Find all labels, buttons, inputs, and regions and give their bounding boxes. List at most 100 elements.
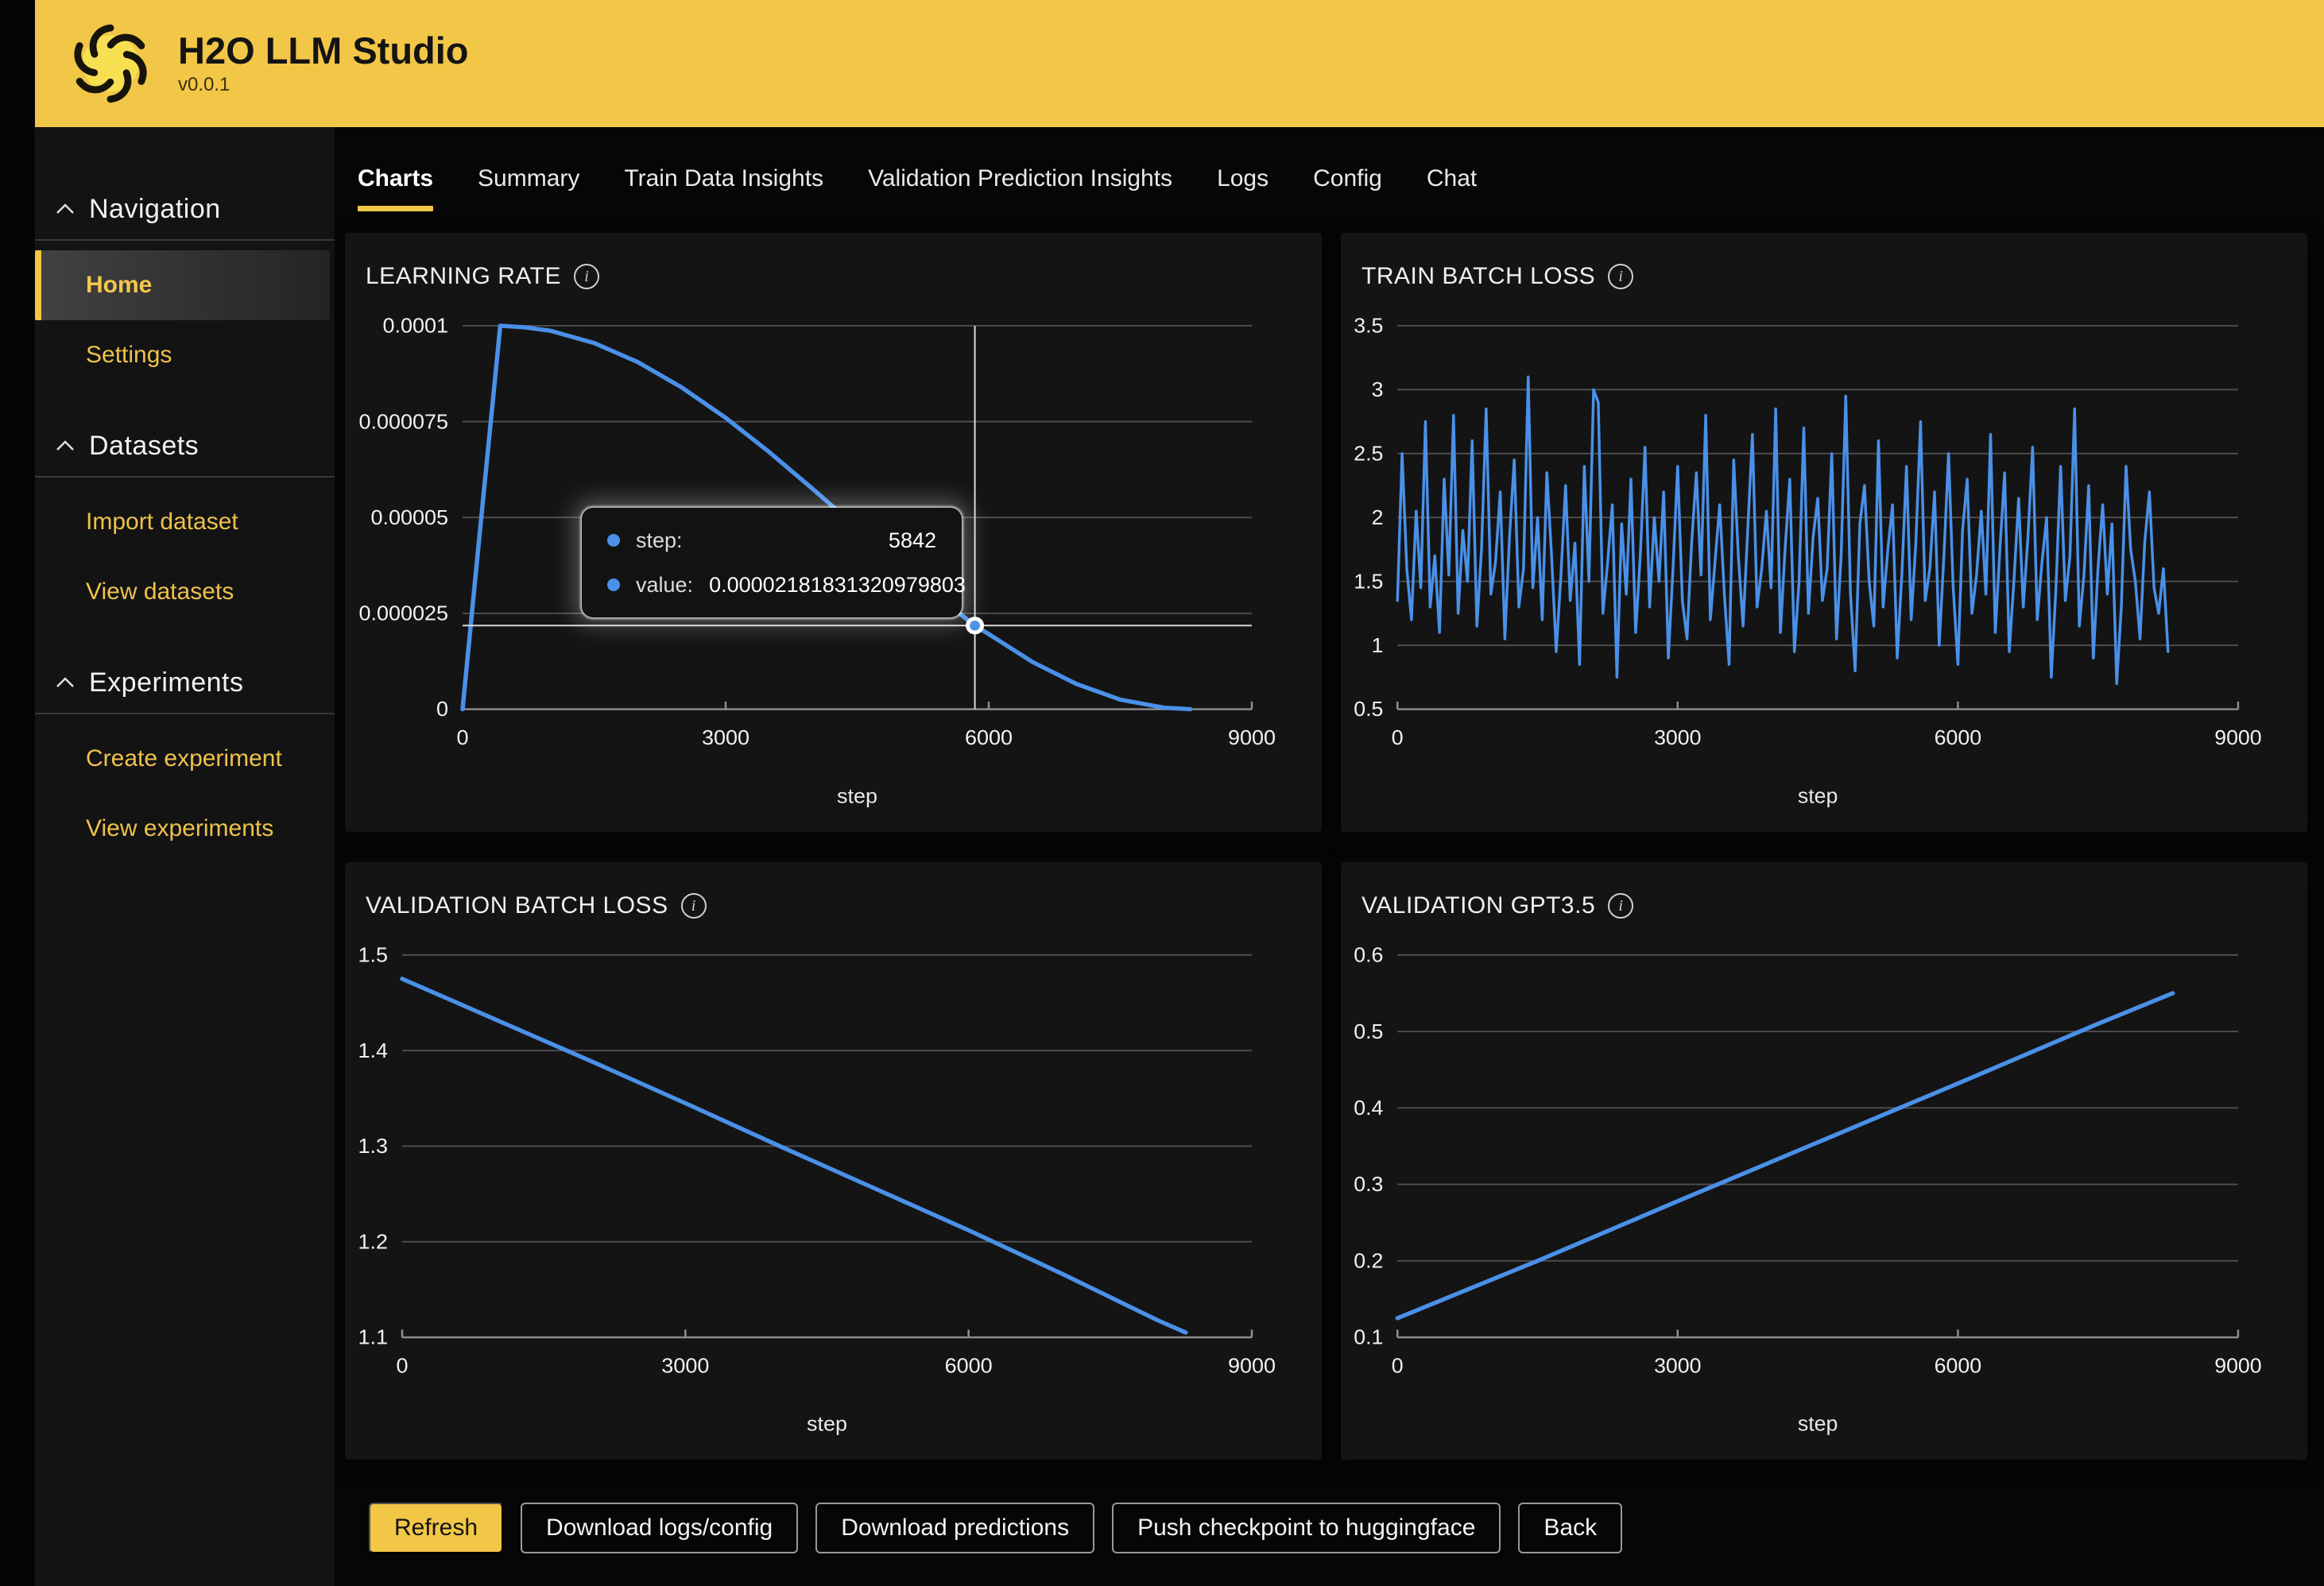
tab-label: Train Data Insights — [624, 165, 823, 192]
refresh-button[interactable]: Refresh — [369, 1503, 503, 1553]
chevron-up-icon — [56, 675, 75, 690]
sidebar-item-label: Home — [86, 272, 152, 299]
panel-validation-gpt35: VALIDATION GPT3.5 i 0.1 0.2 0.3 0.4 0.5 0.6 0 3… — [1341, 862, 2307, 1460]
chevron-up-icon — [56, 202, 75, 216]
svg-text:9000: 9000 — [2214, 1354, 2261, 1378]
tab-label: Validation Prediction Insights — [868, 165, 1172, 192]
svg-text:1.2: 1.2 — [358, 1230, 388, 1253]
download-predictions-button[interactable]: Download predictions — [815, 1503, 1094, 1553]
svg-text:1.3: 1.3 — [358, 1135, 388, 1158]
svg-text:3000: 3000 — [702, 725, 749, 749]
svg-text:0.5: 0.5 — [1354, 1019, 1383, 1043]
sidebar-item-label: Import dataset — [86, 509, 238, 536]
svg-text:3: 3 — [1372, 377, 1384, 401]
svg-text:0: 0 — [1392, 1354, 1404, 1378]
info-icon[interactable]: i — [681, 893, 707, 919]
tab-charts[interactable]: Charts — [358, 127, 455, 230]
chart-tooltip: step: 5842 value: 0.00002181831320979803 — [582, 508, 962, 617]
sidebar-item-label: Create experiment — [86, 745, 282, 772]
sidebar-item-label: Settings — [86, 342, 172, 369]
section-label: Datasets — [89, 431, 199, 462]
sidebar-item-label: View datasets — [86, 578, 234, 605]
learning-rate-chart[interactable]: 00.0000250.000050.0000750.00010300060009… — [345, 303, 1322, 832]
download-logs-config-button[interactable]: Download logs/config — [521, 1503, 798, 1553]
svg-text:1.5: 1.5 — [358, 943, 388, 966]
sidebar-item-home[interactable]: Home — [35, 250, 330, 320]
series-dot-icon — [607, 578, 620, 591]
info-icon[interactable]: i — [1608, 893, 1633, 919]
svg-text:0.000025: 0.000025 — [358, 602, 448, 625]
chevron-up-icon — [56, 439, 75, 453]
svg-text:6000: 6000 — [1935, 1354, 1981, 1378]
sidebar-section-experiments[interactable]: Experiments — [35, 660, 335, 705]
panel-validation-batch-loss: VALIDATION BATCH LOSS i 1.1 1.2 1.3 1.4 1.5 0… — [345, 862, 1322, 1460]
svg-text:6000: 6000 — [945, 1354, 993, 1377]
sidebar-item-settings[interactable]: Settings — [35, 320, 335, 390]
push-checkpoint-huggingface-button[interactable]: Push checkpoint to huggingface — [1112, 1503, 1501, 1553]
tab-bar: Charts Summary Train Data Insights Valid… — [335, 127, 2324, 230]
svg-text:3000: 3000 — [1654, 1354, 1701, 1378]
svg-text:0: 0 — [396, 1354, 408, 1377]
svg-text:6000: 6000 — [1935, 725, 1981, 749]
validation-gpt35-chart[interactable]: 0.1 0.2 0.3 0.4 0.5 0.6 0 3000 6000 9000 step — [1341, 932, 2307, 1460]
svg-text:9000: 9000 — [1228, 725, 1276, 749]
app-version: v0.0.1 — [178, 74, 469, 96]
sidebar-item-view-experiments[interactable]: View experiments — [35, 794, 335, 864]
active-tab-underline — [358, 206, 433, 211]
app-title: H2O LLM Studio — [178, 31, 469, 71]
svg-text:0.5: 0.5 — [1354, 698, 1383, 721]
svg-text:0.4: 0.4 — [1354, 1096, 1383, 1120]
svg-text:0.3: 0.3 — [1354, 1173, 1383, 1197]
svg-text:step: step — [807, 1412, 847, 1435]
sidebar: Navigation Home Settings Datasets Import… — [35, 127, 335, 1586]
svg-text:step: step — [837, 784, 877, 807]
tab-config[interactable]: Config — [1291, 127, 1404, 230]
sidebar-item-view-datasets[interactable]: View datasets — [35, 557, 335, 627]
tooltip-step-value: 5842 — [889, 528, 936, 553]
svg-text:0.000075: 0.000075 — [358, 410, 448, 433]
svg-text:0.0001: 0.0001 — [382, 314, 448, 337]
tab-label: Chat — [1427, 165, 1477, 192]
info-icon[interactable]: i — [574, 264, 599, 289]
tab-label: Charts — [358, 165, 433, 192]
h2o-logo-icon — [64, 17, 157, 110]
sidebar-item-import-dataset[interactable]: Import dataset — [35, 487, 335, 557]
tab-train-data-insights[interactable]: Train Data Insights — [602, 127, 846, 230]
sidebar-item-create-experiment[interactable]: Create experiment — [35, 724, 335, 794]
tab-chat[interactable]: Chat — [1404, 127, 1499, 230]
svg-text:0.2: 0.2 — [1354, 1249, 1383, 1273]
tooltip-step-label: step: — [636, 528, 683, 553]
sidebar-section-datasets[interactable]: Datasets — [35, 424, 335, 468]
svg-text:3000: 3000 — [1654, 725, 1701, 749]
chart-title: VALIDATION GPT3.5 — [1361, 892, 1595, 919]
app-header: H2O LLM Studio v0.0.1 — [35, 0, 2324, 127]
svg-text:1.5: 1.5 — [1354, 570, 1383, 594]
tab-label: Summary — [478, 165, 579, 192]
svg-text:0.6: 0.6 — [1354, 943, 1383, 967]
train-batch-loss-chart[interactable]: 0.511.522.533.50300060009000step — [1341, 303, 2307, 832]
tab-label: Config — [1313, 165, 1382, 192]
svg-text:0: 0 — [456, 725, 468, 749]
svg-text:3.5: 3.5 — [1354, 314, 1383, 338]
tab-summary[interactable]: Summary — [455, 127, 602, 230]
svg-text:9000: 9000 — [1228, 1354, 1276, 1377]
info-icon[interactable]: i — [1608, 264, 1633, 289]
svg-text:0.00005: 0.00005 — [370, 505, 448, 528]
section-label: Experiments — [89, 667, 243, 698]
svg-text:0.1: 0.1 — [1354, 1325, 1383, 1349]
svg-text:0: 0 — [436, 698, 448, 721]
tab-logs[interactable]: Logs — [1195, 127, 1291, 230]
svg-text:1.4: 1.4 — [358, 1039, 388, 1062]
tab-validation-prediction-insights[interactable]: Validation Prediction Insights — [846, 127, 1195, 230]
chart-title: VALIDATION BATCH LOSS — [366, 892, 668, 919]
divider — [35, 239, 335, 241]
svg-text:step: step — [1798, 1412, 1838, 1436]
back-button[interactable]: Back — [1518, 1503, 1622, 1553]
panel-train-batch-loss: TRAIN BATCH LOSS i 0.511.522.533.5030006… — [1341, 233, 2307, 832]
svg-text:0: 0 — [1392, 725, 1404, 749]
svg-text:1.1: 1.1 — [358, 1325, 388, 1348]
validation-batch-loss-chart[interactable]: 1.11.21.31.41.50300060009000step — [345, 932, 1322, 1460]
panel-learning-rate: LEARNING RATE i 00.0000250.000050.000075… — [345, 233, 1322, 832]
series-dot-icon — [607, 534, 620, 547]
sidebar-section-navigation[interactable]: Navigation — [35, 187, 335, 231]
